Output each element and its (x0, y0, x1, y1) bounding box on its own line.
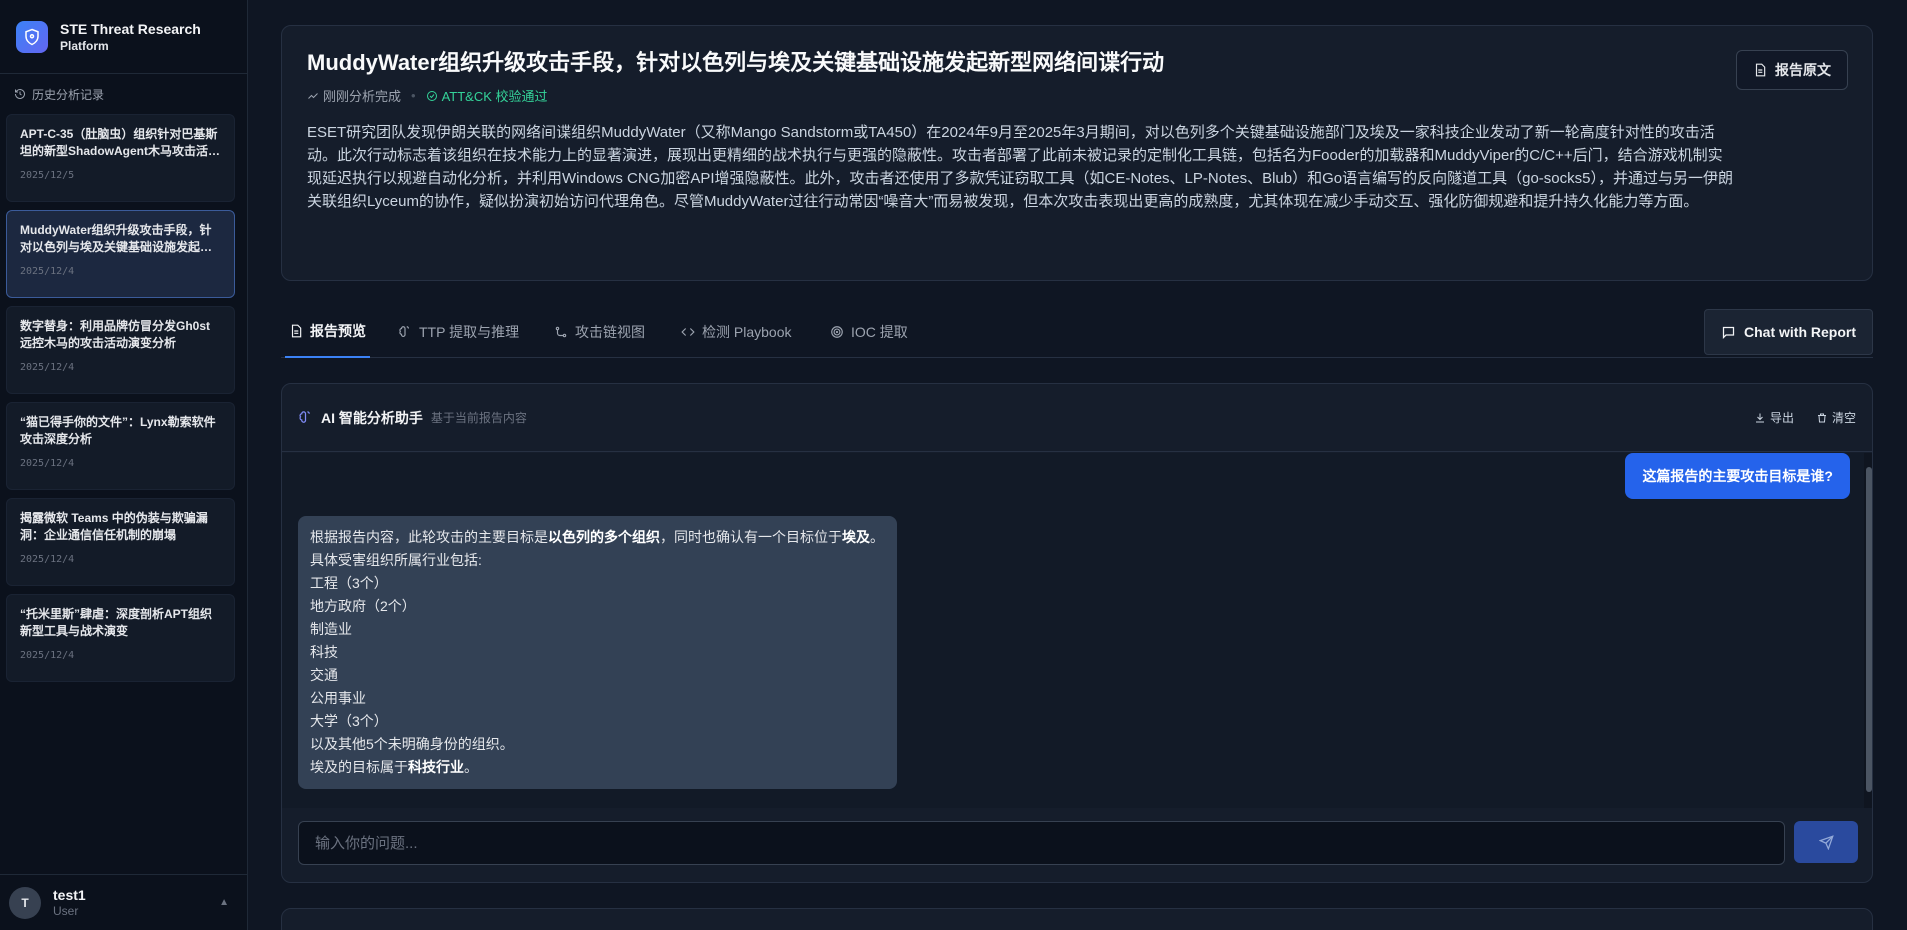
history-icon (15, 89, 25, 99)
tab-label: 检测 Playbook (702, 324, 792, 340)
next-section-card (281, 908, 1873, 930)
history-label: 历史分析记录 (32, 87, 105, 102)
assistant-message: 根据报告内容，此轮攻击的主要目标是以色列的多个组织，同时也确认有一个目标位于埃及… (298, 516, 897, 789)
history-item-date: 2025/12/4 (20, 266, 75, 277)
history-item-title: “猫已得手你的文件”：Lynx勒索软件攻击深度分析 (20, 415, 216, 446)
history-item-title: 数字替身：利用品牌仿冒分发Gh0st远控木马的攻击活动演变分析 (20, 319, 211, 350)
tab-ioc[interactable]: IOC 提取 (826, 306, 912, 358)
tab-label: IOC 提取 (851, 324, 908, 340)
brain-icon (299, 411, 310, 423)
separator-dot: • (411, 88, 416, 103)
history-item-active[interactable]: MuddyWater组织升级攻击手段，针对以色列与埃及关键基础设施发起新型网络间… (6, 210, 235, 298)
history-item-date: 2025/12/5 (20, 170, 75, 181)
history-item-title: MuddyWater组织升级攻击手段，针对以色列与埃及关键基础设施发起新型网络间… (20, 223, 213, 254)
clear-label: 清空 (1831, 411, 1856, 425)
history-item[interactable]: APT-C-35（肚脑虫）组织针对巴基斯坦的新型ShadowAgent木马攻击活… (6, 114, 235, 202)
user-message: 这篇报告的主要攻击目标是谁? (1625, 453, 1850, 499)
assistant-line: 制造业 (310, 621, 352, 637)
chat-with-report-label: Chat with Report (1744, 324, 1856, 340)
main-content: MuddyWater组织升级攻击手段，针对以色列与埃及关键基础设施发起新型网络间… (281, 0, 1873, 930)
history-item-date: 2025/12/4 (20, 362, 75, 373)
history-item-title: “托米里斯”肆虐：深度剖析APT组织新型工具与战术演变 (20, 607, 213, 638)
assistant-line: 交通 (310, 667, 338, 683)
download-icon (1755, 413, 1764, 422)
sidebar: STE Threat Research Platform 历史分析记录 APT-… (0, 0, 248, 930)
original-report-button[interactable]: 报告原文 (1736, 50, 1848, 90)
scroll-thumb[interactable] (1866, 467, 1872, 792)
page-title: MuddyWater组织升级攻击手段，针对以色列与埃及关键基础设施发起新型网络间… (307, 50, 1165, 75)
analysis-status: 刚刚分析完成 (323, 89, 402, 104)
validation-badge: ATT&CK 校验通过 (426, 86, 548, 105)
assistant-line: 根据报告内容，此轮攻击的主要目标是以色列的多个组织，同时也确认有一个目标位于埃及… (310, 529, 884, 545)
chat-input[interactable] (298, 821, 1785, 865)
history-item[interactable]: “猫已得手你的文件”：Lynx勒索软件攻击深度分析 2025/12/4 (6, 402, 235, 490)
send-button[interactable] (1794, 821, 1858, 863)
clear-button[interactable]: 清空 (1816, 409, 1856, 426)
assistant-line: 科技 (310, 644, 338, 660)
chat-header: AI 智能分析助手 基于当前报告内容 导出 清空 (282, 384, 1872, 452)
history-item[interactable]: “托米里斯”肆虐：深度剖析APT组织新型工具与战术演变 2025/12/4 (6, 594, 235, 682)
tab-report-preview[interactable]: 报告预览 (285, 306, 370, 358)
tab-label: 报告预览 (310, 323, 366, 339)
user-role: User (53, 903, 79, 918)
history-item[interactable]: 揭露微软 Teams 中的伪装与欺骗漏洞：企业通信信任机制的崩塌 2025/12… (6, 498, 235, 586)
chat-panel: AI 智能分析助手 基于当前报告内容 导出 清空 这篇报告的主要攻击目标是谁? … (281, 383, 1873, 883)
code-icon (681, 328, 695, 336)
assistant-line: 工程（3个） (310, 575, 388, 591)
assistant-line: 地方政府（2个） (310, 598, 416, 614)
history-list: APT-C-35（肚脑虫）组织针对巴基斯坦的新型ShadowAgent木马攻击活… (0, 114, 247, 682)
assistant-name: AI 智能分析助手 (321, 409, 423, 426)
chat-with-report-button[interactable]: Chat with Report (1704, 309, 1873, 355)
report-header-card: MuddyWater组织升级攻击手段，针对以色列与埃及关键基础设施发起新型网络间… (281, 25, 1873, 281)
user-menu[interactable]: T test1 User ▲ (0, 874, 248, 930)
activity-icon (308, 92, 318, 99)
validation-text: ATT&CK 校验通过 (441, 89, 548, 104)
workflow-icon (555, 326, 567, 338)
report-summary: ESET研究团队发现伊朗关联的网络间谍组织MuddyWater（又称Mango … (307, 124, 1733, 210)
trash-icon (1817, 413, 1826, 422)
send-icon (1818, 834, 1834, 850)
tab-attack-chain[interactable]: 攻击链视图 (550, 306, 649, 358)
shield-icon (16, 20, 48, 53)
original-report-label: 报告原文 (1775, 62, 1831, 78)
brand: STE Threat Research Platform (0, 0, 247, 74)
tab-playbook[interactable]: 检测 Playbook (677, 306, 795, 358)
check-circle-icon (426, 90, 437, 101)
chat-input-row (298, 821, 1858, 865)
history-item-date: 2025/12/4 (20, 554, 75, 565)
export-button[interactable]: 导出 (1754, 409, 1794, 426)
chevron-up-icon: ▲ (219, 897, 229, 908)
target-icon (831, 326, 843, 338)
assistant-line: 具体受害组织所属行业包括: (310, 552, 482, 568)
history-item[interactable]: 数字替身：利用品牌仿冒分发Gh0st远控木马的攻击活动演变分析 2025/12/… (6, 306, 235, 394)
tab-label: 攻击链视图 (575, 324, 645, 340)
tab-label: TTP 提取与推理 (419, 324, 520, 340)
history-item-title: APT-C-35（肚脑虫）组织针对巴基斯坦的新型ShadowAgent木马攻击活… (20, 127, 220, 158)
message-icon (1722, 326, 1735, 339)
history-item-date: 2025/12/4 (20, 458, 75, 469)
document-icon (291, 324, 302, 338)
history-header: 历史分析记录 (0, 74, 247, 114)
tab-bar: 报告预览 TTP 提取与推理 攻击链视图 检测 Playbook IOC 提取 … (281, 306, 1873, 358)
history-item-title: 揭露微软 Teams 中的伪装与欺骗漏洞：企业通信信任机制的崩塌 (20, 511, 208, 542)
user-name: test1 (53, 886, 86, 903)
assistant-line: 埃及的目标属于科技行业。 (310, 759, 478, 775)
report-meta: 刚刚分析完成 • ATT&CK 校验通过 (307, 86, 1847, 105)
avatar: T (9, 886, 41, 919)
assistant-line: 大学（3个） (310, 713, 388, 729)
assistant-line: 以及其他5个未明确身份的组织。 (310, 736, 514, 752)
brand-subtitle: Platform (60, 38, 109, 53)
export-label: 导出 (1769, 411, 1794, 425)
history-item-date: 2025/12/4 (20, 650, 75, 661)
chat-scrollbar[interactable] (1864, 453, 1872, 808)
brain-icon (399, 326, 410, 337)
chat-messages[interactable]: 这篇报告的主要攻击目标是谁? 根据报告内容，此轮攻击的主要目标是以色列的多个组织… (282, 453, 1872, 808)
assistant-subtitle: 基于当前报告内容 (430, 411, 527, 425)
document-icon (1755, 63, 1766, 77)
tab-ttp[interactable]: TTP 提取与推理 (394, 306, 523, 358)
brand-title: STE Threat Research (60, 20, 201, 37)
assistant-line: 公用事业 (310, 690, 366, 706)
